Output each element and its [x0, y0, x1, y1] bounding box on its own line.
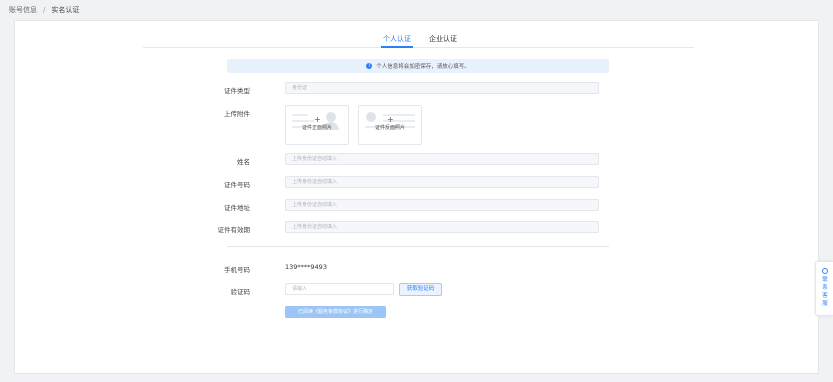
validity-label: 证件有效期 [217, 226, 251, 234]
validity-field[interactable] [285, 221, 599, 233]
address-field[interactable] [285, 199, 599, 211]
get-code-button[interactable]: 获取验证码 [399, 283, 442, 296]
breadcrumb-separator: / [43, 6, 46, 14]
tab-personal[interactable]: 个人认证 [381, 34, 413, 48]
breadcrumb: 账号信息 / 实名认证 [9, 5, 79, 15]
upload-front-caption: 证件正面照片 [301, 125, 332, 131]
id-number-field[interactable] [285, 176, 599, 188]
upload-back[interactable]: + 证件反面照片 [358, 105, 422, 145]
verification-card: 个人认证 企业认证 i 个人信息将会加密保存，请放心填写。 证件类型 上传附件 … [14, 20, 819, 374]
phone-label: 手机号码 [224, 266, 250, 274]
contact-support-label: 联 系 客 服 [816, 276, 833, 308]
id-type-label: 证件类型 [224, 87, 250, 95]
id-number-label: 证件号码 [224, 181, 250, 189]
tab-enterprise[interactable]: 企业认证 [429, 34, 457, 44]
portrait-icon [326, 112, 336, 122]
breadcrumb-parent[interactable]: 账号信息 [9, 5, 37, 15]
contact-support-char: 服 [822, 301, 828, 307]
plus-icon: + [314, 115, 321, 124]
support-icon [822, 268, 828, 274]
contact-support-char: 联 [822, 277, 828, 283]
card-line [292, 114, 308, 116]
section-divider [227, 246, 609, 247]
verification-code-input[interactable] [285, 283, 394, 295]
contact-support-char: 客 [822, 293, 828, 299]
attachment-label: 上传附件 [224, 110, 250, 118]
info-icon: i [366, 63, 373, 69]
upload-back-caption: 证件反面照片 [374, 125, 405, 131]
tab-bar: 个人认证 企业认证 [143, 31, 694, 48]
code-label: 验证码 [230, 288, 251, 296]
name-field[interactable] [285, 153, 599, 165]
address-label: 证件地址 [224, 204, 250, 212]
name-label: 姓名 [237, 158, 250, 166]
plus-icon: + [387, 115, 394, 124]
breadcrumb-current: 实名认证 [51, 6, 80, 14]
phone-value: 139****9493 [285, 263, 327, 271]
privacy-tip: i 个人信息将会加密保存，请放心填写。 [227, 59, 609, 73]
upload-front[interactable]: + 证件正面照片 [285, 105, 349, 145]
id-type-select[interactable] [285, 82, 599, 94]
contact-support-char: 系 [822, 285, 828, 291]
card-line [292, 120, 314, 122]
emblem-icon [366, 112, 376, 122]
privacy-tip-text: 个人信息将会加密保存，请放心填写。 [376, 64, 470, 70]
contact-support-button[interactable]: 联 系 客 服 [815, 261, 833, 316]
submit-button[interactable]: 已阅读《服务条款协议》进行确定 [285, 306, 386, 318]
